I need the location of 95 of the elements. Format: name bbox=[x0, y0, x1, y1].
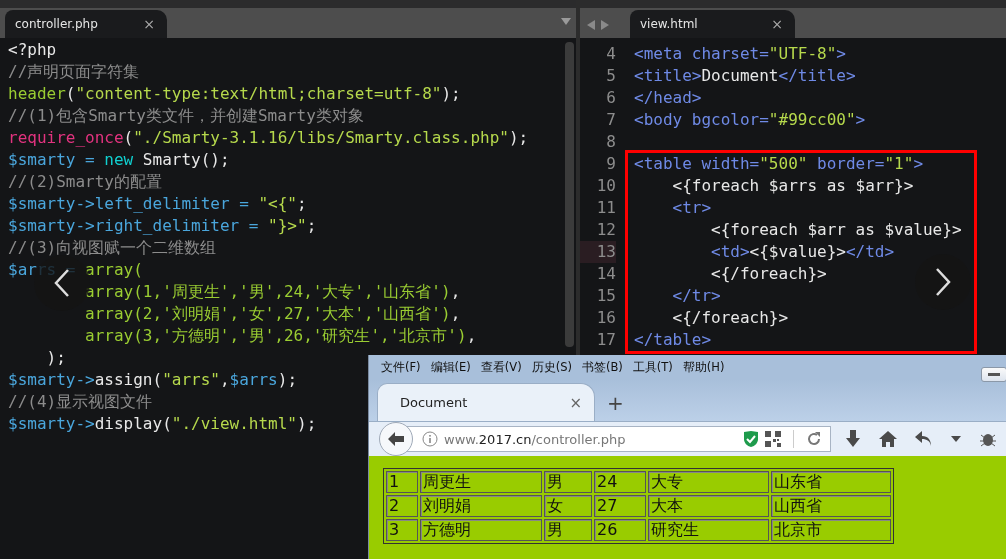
code-line: <{/foreach}> bbox=[711, 264, 827, 283]
code-line: <table width="500" border="1"> bbox=[634, 154, 923, 173]
code-line: array(3,'方德明','男',26,'研究生','北京市'), bbox=[85, 326, 477, 345]
code-line: //(1)包含Smarty类文件，并创建Smarty类对象 bbox=[8, 106, 364, 125]
menu-item[interactable]: 历史(S) bbox=[531, 359, 572, 375]
file-tab[interactable]: controller.php × bbox=[5, 10, 167, 38]
code-line: <meta charset="UTF-8"> bbox=[634, 44, 846, 63]
right-arrow-icon[interactable] bbox=[600, 20, 610, 30]
table-cell: 研究生 bbox=[648, 519, 769, 541]
menu-item[interactable]: 书签(B) bbox=[581, 359, 623, 375]
code-line: $smarty->left_delimiter = "<{"; bbox=[8, 194, 307, 213]
code-line: array(2,'刘明娟','女',27,'大本','山西省'), bbox=[85, 304, 461, 323]
minimize-icon bbox=[988, 372, 1000, 377]
code-line: </table> bbox=[634, 330, 712, 349]
qr-code-icon[interactable] bbox=[765, 431, 781, 447]
code-line: require_once("./Smarty-3.1.16/libs/Smarty.class.php"); bbox=[8, 128, 529, 147]
table-cell: 山西省 bbox=[771, 495, 891, 517]
table-cell: 周更生 bbox=[420, 471, 542, 493]
table-cell: 大本 bbox=[648, 495, 769, 517]
table-cell: 女 bbox=[544, 495, 592, 517]
code-line: //(3)向视图赋一个二维数组 bbox=[8, 238, 217, 257]
info-icon[interactable] bbox=[422, 431, 438, 447]
table-cell: 2 bbox=[386, 495, 418, 517]
new-tab-button[interactable]: + bbox=[607, 393, 624, 413]
code-line: $smarty->assign("arrs",$arrs); bbox=[8, 370, 297, 389]
close-icon[interactable]: × bbox=[569, 393, 582, 412]
menu-item[interactable]: 查看(V) bbox=[480, 359, 522, 375]
code-line: array(1,'周更生','男',24,'大专','山东省'), bbox=[85, 282, 461, 301]
undo-icon[interactable] bbox=[915, 431, 933, 447]
code-line: <?php bbox=[8, 40, 57, 59]
minimize-button[interactable] bbox=[981, 367, 1006, 382]
code-line: $smarty = new Smarty(); bbox=[8, 150, 230, 169]
code-line: <title>Document</title> bbox=[634, 66, 856, 85]
line-number: 5 bbox=[605, 65, 616, 87]
line-number: 14 bbox=[595, 263, 616, 285]
table-cell: 北京市 bbox=[771, 519, 891, 541]
caret-icon[interactable] bbox=[951, 436, 961, 442]
reload-icon[interactable] bbox=[806, 431, 822, 447]
code-line: <{foreach $arrs as $arr}> bbox=[672, 176, 914, 195]
close-icon[interactable]: × bbox=[143, 16, 155, 32]
table-cell: 男 bbox=[544, 471, 592, 493]
scrollbar[interactable] bbox=[565, 42, 574, 347]
menu-item[interactable]: 工具(T) bbox=[632, 359, 673, 375]
code-line: $smarty->display("./view.html"); bbox=[8, 414, 317, 433]
menu-item[interactable]: 文件(F) bbox=[381, 359, 421, 375]
table-cell: 26 bbox=[594, 519, 646, 541]
line-number: 10 bbox=[595, 175, 616, 197]
code-line: //声明页面字符集 bbox=[8, 62, 140, 81]
download-icon[interactable] bbox=[845, 430, 861, 448]
address-bar[interactable]: www.2017.cn/controller.php bbox=[407, 426, 831, 452]
code-line: </head> bbox=[634, 88, 702, 107]
dropdown-icon[interactable] bbox=[560, 16, 572, 26]
line-number: 11 bbox=[595, 197, 616, 219]
code-line: ); bbox=[46, 348, 66, 367]
menu-item[interactable]: 编辑(E) bbox=[430, 359, 471, 375]
line-number: 17 bbox=[595, 329, 616, 351]
line-number: 7 bbox=[605, 109, 616, 131]
table-cell: 3 bbox=[386, 519, 418, 541]
code-line: <{/foreach}> bbox=[672, 308, 789, 327]
line-number: 8 bbox=[605, 131, 616, 153]
table-cell: 方德明 bbox=[420, 519, 542, 541]
code-line: $smarty->right_delimiter = "}>"; bbox=[8, 216, 317, 235]
table-cell: 27 bbox=[594, 495, 646, 517]
menu-item[interactable]: 帮助(H) bbox=[682, 359, 725, 375]
code-line: //(2)Smarty的配置 bbox=[8, 172, 162, 191]
code-line: <td><{$value}></td> bbox=[711, 242, 895, 261]
back-button[interactable] bbox=[379, 422, 413, 456]
chevron-right-icon bbox=[933, 267, 953, 297]
line-number: 15 bbox=[595, 285, 616, 307]
line-number: 13 bbox=[580, 241, 616, 263]
table-cell: 1 bbox=[386, 471, 418, 493]
line-number: 12 bbox=[595, 219, 616, 241]
line-number: 6 bbox=[605, 87, 616, 109]
table-cell: 山东省 bbox=[771, 471, 891, 493]
close-icon[interactable]: × bbox=[771, 16, 783, 32]
line-number: 4 bbox=[605, 43, 616, 65]
bug-icon[interactable] bbox=[979, 431, 997, 447]
back-arrow-icon bbox=[387, 431, 405, 447]
file-tab[interactable]: view.html × bbox=[630, 10, 795, 38]
table-cell: 24 bbox=[594, 471, 646, 493]
table-cell: 大专 bbox=[648, 471, 769, 493]
code-line: //(4)显示视图文件 bbox=[8, 392, 153, 411]
code-line: </tr> bbox=[672, 286, 721, 305]
left-arrow-icon[interactable] bbox=[586, 20, 596, 30]
code-line: <{foreach $arr as $value}> bbox=[711, 220, 962, 239]
browser-tab[interactable]: Document × bbox=[377, 383, 595, 421]
table-cell: 刘明娟 bbox=[420, 495, 542, 517]
code-line: <body bgcolor="#99cc00"> bbox=[634, 110, 866, 129]
line-number: 9 bbox=[605, 153, 616, 175]
code-line: header("content-type:text/html;charset=utf-8"); bbox=[8, 84, 461, 103]
shield-icon[interactable] bbox=[743, 430, 759, 448]
code-line: <tr> bbox=[672, 198, 712, 217]
table-cell: 男 bbox=[544, 519, 592, 541]
home-icon[interactable] bbox=[879, 431, 897, 447]
line-number: 16 bbox=[595, 307, 616, 329]
